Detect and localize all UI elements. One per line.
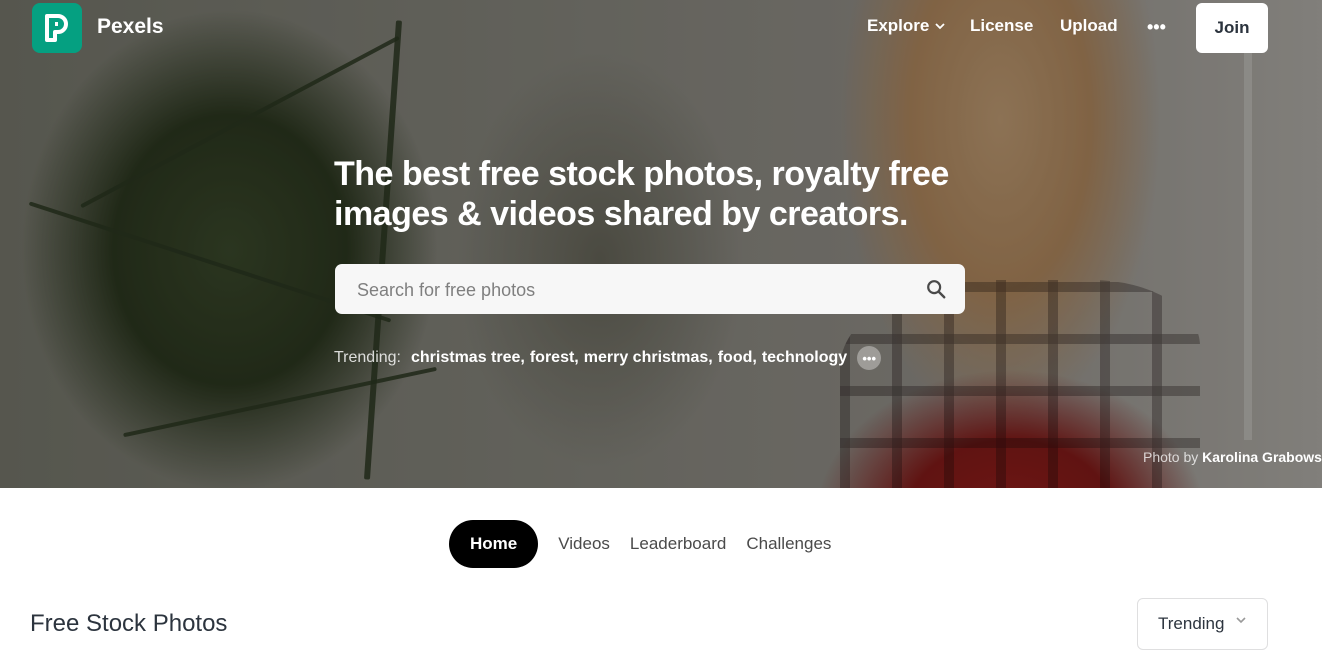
pexels-logo-icon[interactable] xyxy=(32,3,82,53)
trending-link[interactable]: food xyxy=(718,349,753,367)
tab-home[interactable]: Home xyxy=(449,520,539,568)
trending-link[interactable]: forest xyxy=(530,349,574,367)
more-menu-icon[interactable]: ••• xyxy=(1147,17,1166,38)
nav-explore-label: Explore xyxy=(867,16,930,35)
separator: , xyxy=(752,349,757,366)
nav-upload[interactable]: Upload xyxy=(1060,16,1118,36)
sort-dropdown[interactable]: Trending xyxy=(1137,598,1268,650)
hero-headline: The best free stock photos, royalty free… xyxy=(334,155,949,233)
tab-challenges[interactable]: Challenges xyxy=(736,520,841,568)
search-icon[interactable] xyxy=(925,278,947,300)
credit-prefix: Photo by xyxy=(1143,449,1199,465)
separator: , xyxy=(574,349,579,366)
trending-link[interactable]: technology xyxy=(762,349,847,367)
tab-videos[interactable]: Videos xyxy=(548,520,620,568)
hero-overlay xyxy=(0,0,1322,488)
logo-mark xyxy=(45,14,68,42)
trending-link[interactable]: merry christmas xyxy=(584,349,709,367)
brand-name[interactable]: Pexels xyxy=(97,15,164,39)
chevron-down-icon xyxy=(1236,617,1246,624)
more-trending-button[interactable]: ••• xyxy=(857,346,882,370)
trending-searches: Trending: christmas tree, forest, merry … xyxy=(334,346,882,370)
trending-label: Trending: xyxy=(334,349,401,366)
nav-explore[interactable]: Explore xyxy=(867,16,945,36)
sort-selected-value: Trending xyxy=(1158,614,1225,633)
content-tabs: Home Videos Leaderboard Challenges xyxy=(449,520,841,568)
trending-link[interactable]: christmas tree xyxy=(411,349,520,367)
photo-credit: Photo by Karolina Grabows xyxy=(1143,449,1322,465)
search-input[interactable] xyxy=(355,264,919,316)
top-nav: Pexels Explore License Upload ••• Join xyxy=(0,0,1322,56)
join-button[interactable]: Join xyxy=(1196,3,1268,53)
section-title: Free Stock Photos xyxy=(30,610,228,637)
nav-license[interactable]: License xyxy=(970,16,1033,36)
tab-leaderboard[interactable]: Leaderboard xyxy=(620,520,736,568)
hero-banner: The best free stock photos, royalty free… xyxy=(0,0,1322,488)
search-bar[interactable] xyxy=(335,264,965,316)
separator: , xyxy=(520,349,525,366)
separator: , xyxy=(708,349,713,366)
chevron-down-icon xyxy=(935,23,945,30)
credit-author-link[interactable]: Karolina Grabows xyxy=(1202,449,1322,465)
